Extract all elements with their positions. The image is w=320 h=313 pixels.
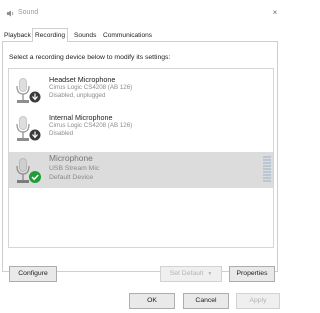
speaker-icon (6, 10, 14, 17)
device-name: Microphone (49, 153, 93, 163)
device-list[interactable]: Headset Microphone Cirrus Logic CS4208 (… (8, 68, 274, 248)
close-button[interactable]: × (268, 4, 282, 22)
device-status: Disabled (49, 130, 74, 137)
device-item-internal-microphone[interactable]: Internal Microphone Cirrus Logic CS4208 … (9, 110, 273, 146)
apply-button[interactable]: Apply (236, 293, 280, 309)
tab-recording[interactable]: Recording (32, 28, 69, 42)
configure-button[interactable]: Configure (9, 266, 57, 282)
device-driver: Cirrus Logic CS4208 (AB 126) (49, 122, 133, 129)
device-driver: USB Stream Mic (49, 165, 100, 172)
device-status: Disabled, unplugged (49, 92, 106, 99)
device-item-microphone[interactable]: Microphone USB Stream Mic Default Device (9, 152, 273, 188)
internal-microphone-icon (16, 116, 41, 141)
ok-button[interactable]: OK (129, 293, 175, 309)
level-meter (263, 156, 271, 184)
headset-microphone-icon (16, 78, 41, 103)
recording-panel: Select a recording device below to modif… (2, 41, 278, 282)
chevron-down-icon: ▼ (207, 271, 213, 277)
window-title: Sound (18, 9, 39, 16)
device-item-headset-microphone[interactable]: Headset Microphone Cirrus Logic CS4208 (… (9, 72, 273, 108)
device-driver: Cirrus Logic CS4208 (AB 126) (49, 84, 133, 91)
set-default-button[interactable]: Set Default ▼ (160, 266, 222, 282)
device-name: Headset Microphone (49, 75, 116, 84)
set-default-label: Set Default (169, 270, 204, 277)
title-bar: Sound × (0, 0, 282, 26)
device-status: Default Device (49, 174, 94, 181)
properties-button[interactable]: Properties (229, 266, 275, 282)
cancel-button[interactable]: Cancel (183, 293, 229, 309)
usb-microphone-icon (16, 158, 41, 183)
instruction-text: Select a recording device below to modif… (9, 54, 171, 61)
device-name: Internal Microphone (49, 113, 113, 122)
tab-strip: Playback Recording Sounds Communications (0, 28, 282, 42)
